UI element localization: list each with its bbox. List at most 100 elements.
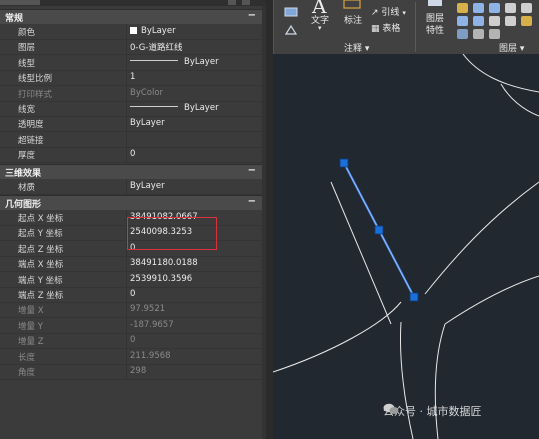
property-row[interactable]: 端点 Y 坐标 2539910.3596: [0, 271, 262, 288]
layer-tool-icon[interactable]: [473, 3, 484, 13]
chevron-down-icon: ▾: [402, 9, 406, 17]
drawing-canvas[interactable]: 公众号 · 城市数据匠: [273, 54, 539, 439]
section-title: 常规: [5, 14, 24, 24]
ribbon-separator: [415, 2, 416, 52]
property-value[interactable]: ByColor: [130, 88, 163, 98]
property-value[interactable]: 211.9568: [130, 351, 171, 361]
layer-tool-icon[interactable]: [489, 29, 500, 39]
property-label: 增量 Z: [18, 337, 44, 348]
layer-tool-icon[interactable]: [521, 3, 532, 13]
property-label: 线型比例: [18, 74, 53, 85]
property-row[interactable]: 端点 X 坐标 38491180.0188: [0, 256, 262, 273]
layer-tool-icon[interactable]: [505, 16, 516, 26]
property-row[interactable]: 材质 ByLayer: [0, 178, 262, 195]
column-divider: [126, 101, 127, 116]
property-label: 线型: [18, 58, 36, 69]
property-value-text: 211.9568: [130, 350, 171, 361]
property-value-text: ByColor: [130, 87, 164, 98]
property-value-text: 1: [130, 72, 136, 83]
property-value[interactable]: ByLayer: [130, 26, 176, 36]
section-title: 三维效果: [5, 168, 42, 179]
property-row[interactable]: 打印样式 ByColor: [0, 85, 262, 102]
layer-tool-icon[interactable]: [457, 16, 468, 26]
leader-icon: ↗: [371, 8, 379, 18]
column-divider: [126, 302, 127, 318]
column-divider: [126, 178, 127, 194]
property-value[interactable]: 38491180.0188: [130, 258, 198, 268]
property-row[interactable]: 增量 Y -187.9657: [0, 317, 262, 334]
collapse-icon[interactable]: −: [248, 10, 256, 21]
property-value[interactable]: 1: [130, 72, 135, 82]
property-row[interactable]: 线型 ByLayer: [0, 54, 262, 71]
layer-tool-icon[interactable]: [505, 3, 516, 13]
property-value[interactable]: ByLayer: [130, 118, 165, 128]
leader-tool[interactable]: ↗ 引线 ▾: [371, 5, 406, 18]
property-row[interactable]: 角度 298: [0, 364, 262, 380]
column-divider: [126, 256, 127, 272]
section-header-geometry[interactable]: 几何图形 −: [0, 195, 262, 210]
annotation-group-label[interactable]: 注释 ▾: [344, 41, 369, 54]
layer-tool-icon[interactable]: [489, 3, 500, 13]
property-label: 端点 X 坐标: [18, 260, 64, 271]
property-row[interactable]: 增量 Z 0: [0, 333, 262, 350]
layer-tool-icon[interactable]: [457, 3, 468, 13]
quick-select-icon[interactable]: [228, 0, 236, 5]
property-value[interactable]: 0: [130, 335, 135, 345]
property-value[interactable]: ByLayer: [130, 103, 219, 113]
property-row[interactable]: 端点 Z 坐标 0: [0, 287, 262, 303]
property-value[interactable]: 0-G-道路红线: [130, 41, 182, 53]
collapse-icon[interactable]: −: [248, 196, 256, 207]
property-row[interactable]: 线型比例 1: [0, 70, 262, 87]
layer-tool-icon[interactable]: [473, 29, 484, 39]
column-divider: [126, 364, 127, 379]
layer-tool-icon[interactable]: [473, 16, 484, 26]
property-value-text: ByLayer: [184, 103, 219, 113]
road-edge-line: [500, 83, 539, 117]
collapse-icon[interactable]: −: [248, 165, 256, 176]
road-edge-line: [400, 321, 414, 439]
layer-tool-icon[interactable]: [521, 16, 532, 26]
selection-dropdown[interactable]: [0, 0, 40, 5]
leader-label: 引线: [381, 8, 400, 18]
layer-properties-icon[interactable]: [427, 0, 443, 8]
property-row[interactable]: 透明度 ByLayer: [0, 116, 262, 133]
property-row[interactable]: 厚度 0: [0, 147, 262, 164]
property-row[interactable]: 线宽 ByLayer: [0, 101, 262, 117]
table-tool[interactable]: ▦ 表格: [371, 21, 400, 34]
properties-palette: 常规 − 颜色 ByLayer 图层 0-G-道路红线线型 ByLayer 线型比例 1 打印样式…: [0, 0, 266, 439]
property-row[interactable]: 长度 211.9568: [0, 348, 262, 365]
property-row[interactable]: 超链接: [0, 131, 262, 148]
drawing-svg[interactable]: [273, 54, 539, 439]
property-value[interactable]: 2539910.3596: [130, 274, 192, 284]
property-row[interactable]: 图层 0-G-道路红线: [0, 39, 262, 56]
layer-tool-icon[interactable]: [489, 16, 500, 26]
select-objects-icon[interactable]: [242, 0, 250, 5]
property-value[interactable]: 298: [130, 366, 146, 376]
palette-scrollbar[interactable]: [262, 6, 266, 439]
property-row[interactable]: 颜色 ByLayer: [0, 24, 262, 40]
linetype-preview-icon: [130, 106, 178, 107]
table-icon: ▦: [371, 24, 380, 34]
property-value[interactable]: 0: [130, 289, 135, 299]
dimension-tool-label[interactable]: 标注: [344, 13, 362, 26]
property-value[interactable]: -187.9657: [130, 320, 174, 330]
hatch-icon[interactable]: [284, 6, 298, 18]
property-label: 端点 Z 坐标: [18, 291, 64, 301]
layers-group-label[interactable]: 图层 ▾: [499, 41, 524, 54]
property-value-text: 97.9521: [130, 304, 166, 315]
layer-props-line2[interactable]: 特性: [426, 23, 444, 36]
property-value[interactable]: ByLayer: [130, 181, 165, 191]
property-label: 起点 Z 坐标: [18, 244, 64, 255]
property-value[interactable]: 97.9521: [130, 304, 165, 314]
dimension-icon[interactable]: [343, 0, 361, 10]
property-label: 超链接: [18, 135, 44, 146]
property-value[interactable]: 0: [130, 149, 135, 159]
chevron-down-icon[interactable]: ▾: [318, 24, 322, 32]
property-row[interactable]: 增量 X 97.9521: [0, 302, 262, 319]
property-value[interactable]: ByLayer: [130, 57, 219, 67]
section-header-three-d[interactable]: 三维效果 −: [0, 163, 262, 179]
section-header-general[interactable]: 常规 −: [0, 9, 262, 24]
region-icon[interactable]: [284, 24, 298, 36]
layer-tool-icon[interactable]: [457, 29, 468, 39]
end-grip: [409, 292, 419, 302]
